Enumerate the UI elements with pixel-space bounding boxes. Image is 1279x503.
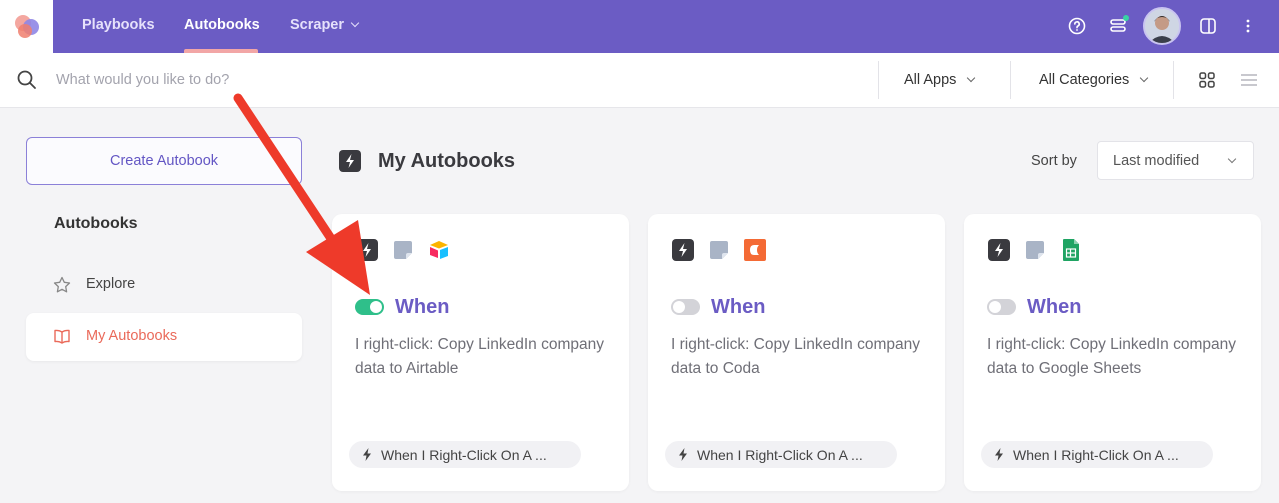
create-autobook-button[interactable]: Create Autobook	[26, 137, 302, 185]
apps-filter-dropdown[interactable]: All Apps	[904, 72, 976, 88]
note-icon	[1026, 241, 1044, 259]
autobook-description: I right-click: Copy LinkedIn company dat…	[671, 336, 920, 377]
autobooks-badge	[339, 150, 361, 172]
note-icon	[710, 241, 728, 259]
sidebar-item-label: Explore	[86, 276, 136, 292]
trigger-heading: When	[1027, 296, 1082, 318]
sort-dropdown[interactable]: Last modified	[1097, 141, 1254, 180]
bolt-icon	[346, 154, 354, 168]
enable-toggle[interactable]	[355, 299, 384, 315]
sidebar-item-explore[interactable]: Explore	[26, 261, 302, 309]
panel-toggle-icon[interactable]	[1196, 14, 1220, 38]
nav-autobooks[interactable]: Autobooks	[184, 17, 260, 33]
trigger-label: When I Right-Click On A ...	[697, 447, 863, 463]
note-icon	[394, 241, 412, 259]
more-vertical-icon[interactable]	[1236, 14, 1260, 38]
trigger-chip[interactable]: When I Right-Click On A ...	[349, 441, 581, 468]
autobook-card[interactable]: When I right-click: Copy LinkedIn compan…	[648, 214, 945, 491]
grid-view-icon[interactable]	[1197, 70, 1217, 90]
trigger-chip[interactable]: When I Right-Click On A ...	[665, 441, 897, 468]
trigger-heading: When	[711, 296, 766, 318]
nav-scraper[interactable]: Scraper	[290, 17, 360, 33]
trigger-label: When I Right-Click On A ...	[1013, 447, 1179, 463]
autobook-description: I right-click: Copy LinkedIn company dat…	[355, 336, 604, 377]
sidebar-heading: Autobooks	[54, 215, 138, 232]
sidebar-item-my-autobooks[interactable]: My Autobooks	[26, 313, 302, 361]
trigger-heading: When	[395, 296, 450, 318]
user-avatar-icon	[1145, 9, 1179, 43]
chevron-down-icon	[967, 73, 976, 83]
toggle-knob	[673, 301, 685, 313]
page-title: My Autobooks	[378, 150, 516, 172]
bolt-icon	[356, 239, 378, 261]
bolt-icon	[363, 448, 371, 461]
nav-playbooks[interactable]: Playbooks	[82, 17, 155, 33]
sidebar-item-label: My Autobooks	[86, 328, 178, 344]
autobook-card[interactable]: When I right-click: Copy LinkedIn compan…	[964, 214, 1261, 491]
autobook-card[interactable]: When I right-click: Copy LinkedIn compan…	[332, 214, 629, 491]
search-input[interactable]	[56, 68, 756, 92]
app-logo[interactable]	[0, 0, 53, 53]
enable-toggle[interactable]	[671, 299, 700, 315]
bolt-icon	[679, 448, 687, 461]
chevron-down-icon	[350, 18, 360, 28]
toggle-knob	[989, 301, 1001, 313]
trigger-chip[interactable]: When I Right-Click On A ...	[981, 441, 1213, 468]
list-view-icon[interactable]	[1239, 70, 1259, 90]
divider	[1010, 61, 1011, 99]
divider	[878, 61, 879, 99]
avatar[interactable]	[1143, 7, 1181, 45]
sort-value: Last modified	[1113, 153, 1200, 169]
enable-toggle[interactable]	[987, 299, 1016, 315]
search-icon	[17, 70, 36, 89]
categories-filter-dropdown[interactable]: All Categories	[1039, 72, 1149, 88]
trigger-label: When I Right-Click On A ...	[381, 447, 547, 463]
chevron-down-icon	[1140, 73, 1149, 83]
bolt-icon	[672, 239, 694, 261]
divider	[1173, 61, 1174, 99]
logo-icon	[15, 15, 39, 38]
airtable-icon	[430, 241, 448, 259]
list-status-icon[interactable]	[1106, 14, 1130, 38]
bolt-icon	[995, 448, 1003, 461]
search-bar: All Apps All Categories	[0, 53, 1279, 108]
toggle-knob	[370, 301, 382, 313]
help-icon[interactable]	[1065, 14, 1089, 38]
coda-icon	[744, 239, 766, 261]
top-navigation-bar: Playbooks Autobooks Scraper	[0, 0, 1279, 53]
google-sheets-icon	[1063, 239, 1079, 261]
bolt-icon	[988, 239, 1010, 261]
book-icon	[54, 329, 70, 344]
sort-label: Sort by	[1031, 153, 1077, 169]
star-icon	[53, 276, 71, 293]
chevron-down-icon	[1227, 154, 1237, 164]
autobook-description: I right-click: Copy LinkedIn company dat…	[987, 336, 1236, 377]
